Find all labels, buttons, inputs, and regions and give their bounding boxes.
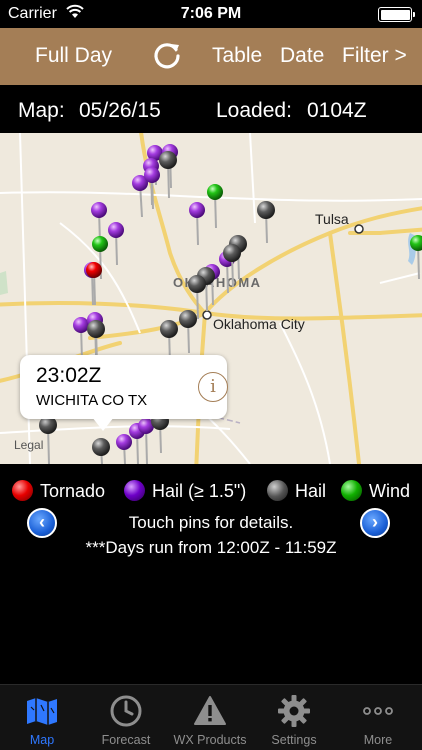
clock-icon xyxy=(110,695,142,727)
tab-wx-products-label: WX Products xyxy=(173,733,247,747)
hail-pin[interactable] xyxy=(257,201,275,244)
loaded-label: Loaded: xyxy=(216,99,292,122)
legend-hail-label: Hail xyxy=(295,481,327,501)
tulsa-label: Tulsa xyxy=(315,211,349,227)
hail-pin[interactable] xyxy=(159,151,177,199)
oklahoma-city-label: Oklahoma City xyxy=(213,316,305,332)
touch-hint-text: Touch pins for details. xyxy=(128,513,294,532)
tornado-dot-icon xyxy=(12,480,33,501)
legend-panel: Tornado Hail (≥ 1.5") Hail Wind xyxy=(0,464,422,684)
hail-large-dot-icon xyxy=(124,480,145,501)
callout-location: WICHITA CO TX xyxy=(36,392,148,409)
tab-forecast-label: Forecast xyxy=(101,733,151,747)
refresh-icon[interactable] xyxy=(151,40,183,72)
callout-pointer xyxy=(92,417,114,431)
filter-button[interactable]: Filter > xyxy=(342,44,407,68)
hail-pin[interactable] xyxy=(179,310,197,354)
legend-hail-large: Hail (≥ 1.5") xyxy=(124,480,246,502)
map-date-label: Map: xyxy=(18,99,65,122)
legend-tornado-label: Tornado xyxy=(40,481,106,501)
days-note-text: ***Days run from 12:00Z - 11:59Z xyxy=(85,538,337,557)
warning-icon xyxy=(194,696,226,725)
legend-hail-large-label: Hail (≥ 1.5") xyxy=(152,481,247,501)
hail-large-pin[interactable] xyxy=(116,434,132,464)
tulsa-city-marker xyxy=(354,224,364,234)
hail-large-pin[interactable] xyxy=(108,222,124,266)
legend-wind: Wind xyxy=(341,480,410,502)
info-icon[interactable]: i xyxy=(198,372,228,402)
legend-tornado: Tornado xyxy=(12,480,105,502)
wind-pin[interactable] xyxy=(207,184,223,229)
date-button[interactable]: Date xyxy=(280,44,324,68)
legal-link[interactable]: Legal xyxy=(14,438,43,452)
legend-hail: Hail xyxy=(267,480,326,502)
okc-city-marker xyxy=(202,310,212,320)
info-bar: Map: 05/26/15 Loaded: 0104Z xyxy=(0,85,422,133)
tab-more-label: More xyxy=(363,733,393,747)
table-button[interactable]: Table xyxy=(212,44,262,68)
map-date-value: 05/26/15 xyxy=(79,99,161,122)
nav-bar: Full Day Table Date Filter > xyxy=(0,28,422,85)
tornado-pin[interactable] xyxy=(86,262,102,306)
full-day-button[interactable]: Full Day xyxy=(35,44,112,68)
more-dots-icon xyxy=(363,707,393,715)
tab-bar: Map Forecast WX Products Settings More xyxy=(0,684,422,750)
hail-large-pin[interactable] xyxy=(189,202,205,246)
hail-large-pin[interactable] xyxy=(138,418,154,464)
gear-icon xyxy=(278,695,310,727)
map-icon xyxy=(27,698,57,725)
tab-settings[interactable]: Settings xyxy=(252,685,336,750)
pin-callout[interactable]: 23:02Z WICHITA CO TX i xyxy=(20,355,228,431)
tab-settings-label: Settings xyxy=(271,733,317,747)
tab-map-label: Map xyxy=(29,733,55,747)
hail-pin[interactable] xyxy=(92,438,110,464)
tab-map[interactable]: Map xyxy=(0,685,84,750)
hail-large-pin[interactable] xyxy=(132,175,148,218)
battery-icon xyxy=(378,7,415,22)
loaded-time-value: 0104Z xyxy=(307,99,367,122)
status-time: 7:06 PM xyxy=(180,5,242,22)
tab-forecast[interactable]: Forecast xyxy=(84,685,168,750)
callout-time: 23:02Z xyxy=(36,364,102,387)
hail-dot-icon xyxy=(267,480,288,501)
wind-dot-icon xyxy=(341,480,362,501)
status-bar: Carrier 7:06 PM xyxy=(0,0,422,28)
legend-wind-label: Wind xyxy=(369,481,411,501)
tab-wx-products[interactable]: WX Products xyxy=(168,685,252,750)
tab-more[interactable]: More xyxy=(336,685,420,750)
